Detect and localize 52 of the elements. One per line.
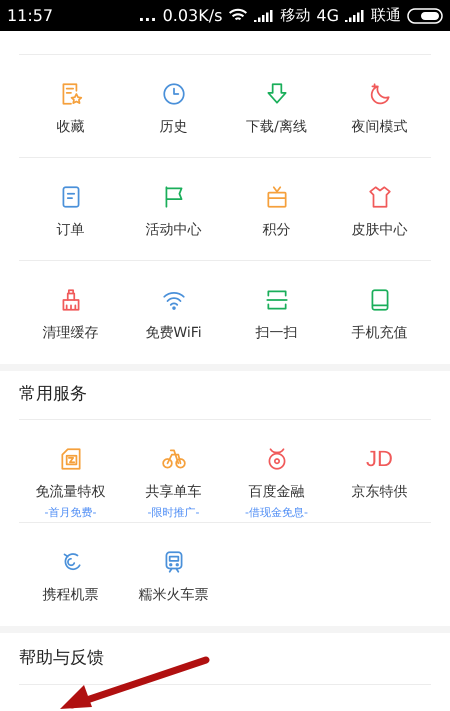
item-label: 糯米火车票 — [138, 586, 208, 605]
grid-item[interactable]: 清理缓存 — [19, 261, 122, 364]
item-label: 百度金融 — [248, 483, 304, 502]
item-label: 清理缓存 — [42, 324, 98, 343]
item-label: 共享单车 — [146, 483, 202, 502]
status-time: 11:57 — [7, 4, 54, 26]
promo-text: -借现金免息- — [245, 505, 308, 521]
carrier-name: 移动 — [280, 5, 310, 26]
item-label: 积分 — [262, 221, 290, 240]
signal-icon — [254, 10, 274, 22]
item-label: 京东特供 — [352, 483, 408, 502]
section-title: 帮助与反馈 — [19, 646, 104, 670]
grid-item[interactable]: 免费WiFi — [122, 261, 225, 364]
item-label: 皮肤中心 — [352, 221, 408, 240]
grid-item[interactable]: 共享单车 -限时推广- — [122, 420, 225, 522]
item-label: 携程机票 — [42, 586, 98, 605]
grid-item[interactable]: 下载/离线 — [225, 55, 328, 157]
grid-item[interactable]: 历史 — [122, 55, 225, 157]
grid-item[interactable]: 手机充值 — [328, 261, 431, 364]
item-label: 免费WiFi — [145, 324, 202, 343]
grid-item[interactable]: 免流量特权 -首月免费- — [19, 420, 122, 522]
promo-text: -限时推广- — [148, 505, 200, 521]
grid-item[interactable]: 百度金融 -借现金免息- — [225, 420, 328, 522]
grid-item[interactable]: 订单 — [19, 158, 122, 260]
grid-item[interactable]: 积分 — [225, 158, 328, 260]
promo-text: -首月免费- — [44, 505, 96, 521]
grid-item[interactable]: 夜间模式 — [328, 55, 431, 157]
grid-item[interactable]: 扫一扫 — [225, 261, 328, 364]
item-label: 收藏 — [56, 118, 84, 137]
item-label: 手机充值 — [352, 324, 408, 343]
section-title: 常用服务 — [19, 383, 87, 406]
item-label: 夜间模式 — [352, 118, 408, 137]
status-dots: ... — [138, 4, 157, 26]
item-label: 下载/离线 — [246, 118, 307, 137]
wifi-icon — [228, 8, 248, 23]
grid-item[interactable]: 活动中心 — [122, 158, 225, 260]
grid-item[interactable]: 携程机票 — [19, 523, 122, 626]
item-label: 活动中心 — [146, 221, 202, 240]
grid-item[interactable]: 糯米火车票 — [122, 523, 225, 626]
item-label: 扫一扫 — [256, 324, 298, 343]
logo-text: JD — [366, 446, 393, 472]
network-type: 4G — [316, 4, 339, 26]
grid-item[interactable]: 皮肤中心 — [328, 158, 431, 260]
grid-item[interactable]: JD 京东特供 — [328, 420, 431, 522]
item-label: 历史 — [160, 118, 188, 137]
item-label: 免流量特权 — [36, 483, 106, 502]
carrier-name: 联通 — [371, 5, 401, 26]
signal-icon — [345, 10, 365, 22]
item-label: 订单 — [56, 221, 84, 240]
battery-icon — [407, 8, 443, 24]
grid-item[interactable]: 收藏 — [19, 55, 122, 157]
network-speed: 0.03K/s — [162, 4, 222, 26]
